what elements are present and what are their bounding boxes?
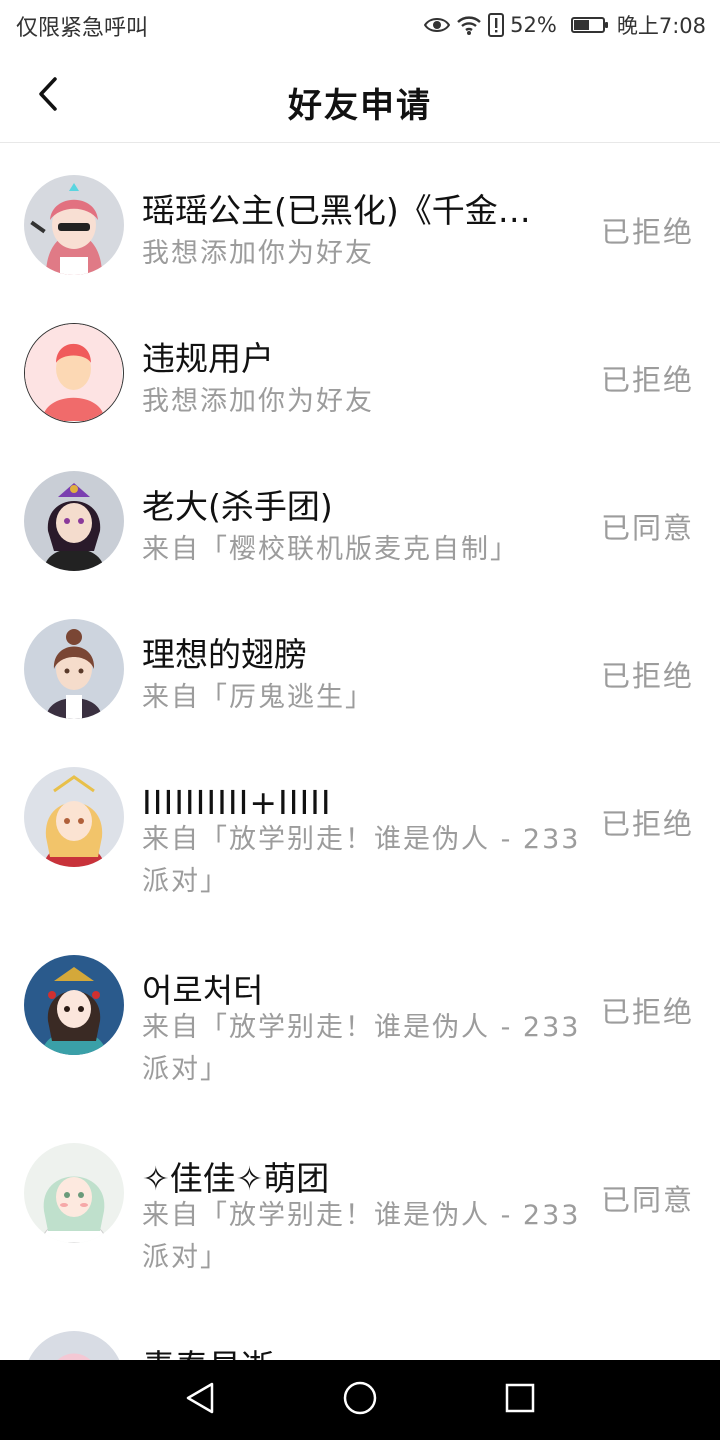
recents-square-icon xyxy=(504,1382,536,1418)
status-label: 已同意 xyxy=(600,511,694,545)
avatar[interactable] xyxy=(24,1331,124,1360)
request-message: 我想添加你为好友 xyxy=(142,238,374,269)
clock: 晚上7:08 xyxy=(616,14,706,38)
avatar[interactable] xyxy=(24,619,124,719)
eye-icon xyxy=(424,16,451,34)
requester-name: 违规用户 xyxy=(142,339,274,378)
status-label: 已拒绝 xyxy=(600,215,694,249)
friend-request-list[interactable]: 瑶瑶公主(已黑化)《千金… 我想添加你为好友 已拒绝 违规用户 我想添加你为好友… xyxy=(0,143,720,1360)
home-circle-icon xyxy=(342,1380,378,1420)
request-message: 我想添加你为好友 xyxy=(142,386,374,417)
status-bar: 仅限紧急呼叫 52% 晚上7:08 xyxy=(0,0,720,50)
avatar[interactable] xyxy=(24,767,124,867)
requester-name: 理想的翅膀 xyxy=(142,635,307,674)
status-label: 已同意 xyxy=(600,1183,694,1217)
request-message: 来自「放学别走！谁是伪人 - 233派对」 xyxy=(142,1012,581,1085)
request-message: 来自「放学别走！谁是伪人 - 233派对」 xyxy=(142,1200,581,1273)
requester-name: 瑶瑶公主(已黑化)《千金… xyxy=(142,191,531,230)
requester-name: 어로처터 xyxy=(142,971,264,1010)
battery-percent: 52% xyxy=(510,13,557,37)
avatar[interactable] xyxy=(24,1143,124,1243)
avatar[interactable] xyxy=(24,955,124,1055)
system-nav-bar xyxy=(0,1360,720,1440)
requester-name: 青春易逝 xyxy=(142,1347,582,1360)
wifi-icon xyxy=(456,14,482,36)
nav-home-button[interactable] xyxy=(338,1378,382,1422)
requester-name: IIIIIIIIII+IIIII xyxy=(142,783,332,822)
request-message: 来自「放学别走！谁是伪人 - 233派对」 xyxy=(142,824,581,897)
status-label: 已拒绝 xyxy=(600,659,694,693)
avatar[interactable] xyxy=(24,471,124,571)
request-message: 来自「樱校联机版麦克自制」 xyxy=(142,534,519,565)
avatar[interactable] xyxy=(24,175,124,275)
battery-fill xyxy=(573,20,590,30)
status-label: 已拒绝 xyxy=(600,995,694,1029)
page-title: 好友申请 xyxy=(288,86,432,126)
avatar[interactable] xyxy=(24,323,124,423)
alert-icon xyxy=(488,13,505,37)
battery-icon xyxy=(570,17,608,33)
carrier-text: 仅限紧急呼叫 xyxy=(16,16,149,41)
requester-name: 老大(杀手团) xyxy=(142,487,333,526)
request-message: 来自「厉鬼逃生」 xyxy=(142,682,374,713)
app-header: 好友申请 xyxy=(0,50,720,143)
back-triangle-icon xyxy=(184,1381,216,1419)
status-label: 已拒绝 xyxy=(600,807,694,841)
requester-name: ✧佳佳✧萌团 xyxy=(142,1159,330,1198)
nav-back-button[interactable] xyxy=(178,1378,222,1422)
nav-recents-button[interactable] xyxy=(498,1378,542,1422)
status-label: 已拒绝 xyxy=(600,363,694,397)
status-icons: 52% 晚上7:08 xyxy=(424,9,706,41)
